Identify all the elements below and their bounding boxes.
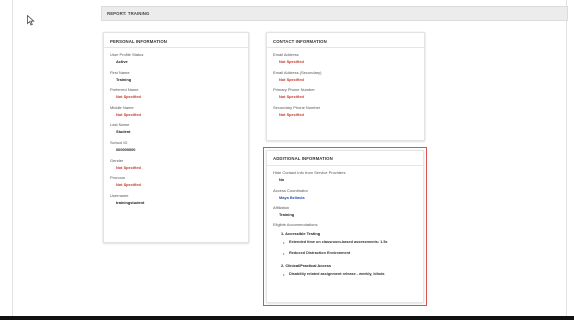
contact-information-title: CONTACT INFORMATION <box>273 39 327 44</box>
field-label: Secondary Phone Number <box>273 104 321 110</box>
field-label: Affiliation <box>273 205 290 211</box>
field-value: Training <box>279 212 295 218</box>
field-label: Email Address (Secondary) <box>273 69 322 75</box>
bullet-icon: • <box>283 240 285 246</box>
field-label: Username <box>110 192 129 198</box>
field-preferred-name: Preferred Name Not Specified <box>104 87 248 99</box>
field-value: Not Specified <box>279 59 304 64</box>
field-label: Primary Phone Number <box>273 87 315 93</box>
field-label: Preferred Name <box>110 87 139 93</box>
accommodation-group: 2. Clinical/Practical Access <box>281 263 332 269</box>
field-value: Not Specified <box>279 76 304 82</box>
field-email-address: Email Address Not Specified <box>267 52 424 64</box>
additional-information-card: ADDITIONAL INFORMATION Hide Contact Info… <box>263 147 427 306</box>
field-school-id: School ID 000000000 <box>104 140 248 152</box>
accommodation-item: • Reduced Distraction Environment <box>267 251 423 256</box>
field-label: Middle Name <box>110 104 134 110</box>
additional-information-panel: ADDITIONAL INFORMATION Hide Contact Info… <box>266 150 424 303</box>
personal-information-card: PERSONAL INFORMATION User Profile Status… <box>103 32 249 243</box>
field-label: Access Coordinator <box>273 187 308 193</box>
left-page-border <box>12 0 13 316</box>
field-label: Gender <box>110 157 124 163</box>
accommodation-item-text: Disability related assignment release - … <box>289 272 385 277</box>
additional-information-title: ADDITIONAL INFORMATION <box>273 156 333 161</box>
bullet-icon: • <box>283 272 285 278</box>
accommodation-item-text: Reduced Distraction Environment <box>289 251 351 256</box>
field-hide-contact-info-from-service-providers: Hide Contact Info from Service Providers… <box>267 170 423 182</box>
field-value[interactable]: Maya Bellavia <box>273 195 423 200</box>
field-label: Last Name <box>110 122 130 128</box>
field-label: Hide Contact Info from Service Providers <box>273 170 346 175</box>
field-value: Not Specified <box>279 94 304 100</box>
field-value: Not Specified <box>279 111 304 117</box>
field-user-profile-status: User Profile Status Active <box>104 52 248 64</box>
field-value: Student <box>116 129 131 135</box>
field-value: Not Specified <box>116 164 141 170</box>
accommodation-group: 1. Accessible Testing <box>281 231 321 237</box>
field-access-coordinator: Access Coordinator Maya Bellavia <box>267 188 423 200</box>
divider <box>267 47 424 48</box>
field-value: Not Specified <box>116 111 141 117</box>
field-label: Pronoun <box>110 175 126 181</box>
bottom-taskbar-edge <box>0 316 574 320</box>
field-affiliation: Affiliation Training <box>267 205 423 217</box>
field-value: 000000000 <box>116 146 136 152</box>
report-title-bar: REPORT: TRAINING <box>101 6 568 21</box>
field-value: Active <box>116 59 128 64</box>
eligible-accommodations-label: Eligible Accommodations <box>273 222 318 228</box>
field-email-address-secondary: Email Address (Secondary) Not Specified <box>267 70 424 82</box>
eligible-accommodations-field: Eligible Accommodations <box>267 222 423 227</box>
field-label: School ID <box>110 139 128 145</box>
field-label: First Name <box>110 69 130 75</box>
field-middle-name: Middle Name Not Specified <box>104 105 248 117</box>
field-primary-phone-number: Primary Phone Number Not Specified <box>267 87 424 99</box>
field-value: Training <box>116 76 132 82</box>
field-gender: Gender Not Specified <box>104 158 248 170</box>
field-secondary-phone-number: Secondary Phone Number Not Specified <box>267 105 424 117</box>
report-title: REPORT: TRAINING <box>107 11 150 16</box>
field-label: User Profile Status <box>110 52 144 57</box>
field-first-name: First Name Training <box>104 70 248 82</box>
field-value: Not Specified <box>116 94 141 100</box>
field-last-name: Last Name Student <box>104 122 248 134</box>
field-value: Not Specified <box>116 182 141 188</box>
field-pronoun: Pronoun Not Specified <box>104 175 248 187</box>
field-username: Username trainingstudent <box>104 193 248 205</box>
divider <box>267 165 423 166</box>
field-label: Email Address <box>273 52 299 57</box>
field-value: No <box>279 177 285 182</box>
accommodation-item: • Extended time on classroom-based assess… <box>267 240 423 245</box>
accommodation-item-text: Extended time on classroom-based assessm… <box>289 240 388 245</box>
personal-information-title: PERSONAL INFORMATION <box>110 39 167 44</box>
right-page-border <box>566 0 567 316</box>
contact-information-card: CONTACT INFORMATION Email Address Not Spe… <box>266 32 425 141</box>
mouse-pointer-icon <box>27 15 35 26</box>
field-value: trainingstudent <box>116 199 145 205</box>
accommodation-item: • Disability related assignment release -… <box>267 272 423 277</box>
bullet-icon: • <box>283 251 285 257</box>
divider <box>104 47 248 48</box>
